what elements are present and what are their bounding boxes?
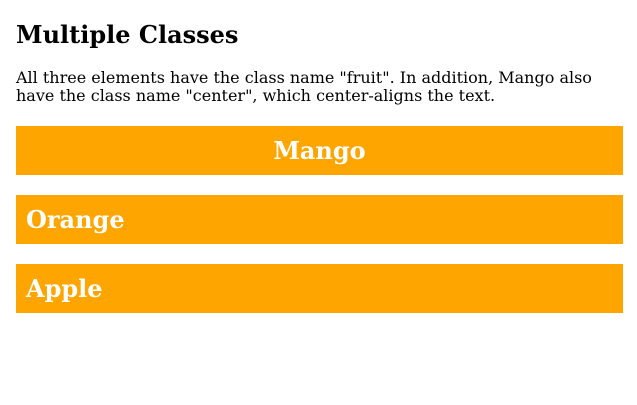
page-title: Multiple Classes bbox=[16, 20, 239, 49]
fruit-block-apple: Apple bbox=[16, 264, 623, 313]
fruit-block-mango: Mango bbox=[16, 126, 623, 175]
page-content: Multiple Classes All three elements have… bbox=[0, 0, 637, 313]
fruit-block-orange: Orange bbox=[16, 195, 623, 244]
description-paragraph: All three elements have the class name "… bbox=[16, 68, 592, 105]
